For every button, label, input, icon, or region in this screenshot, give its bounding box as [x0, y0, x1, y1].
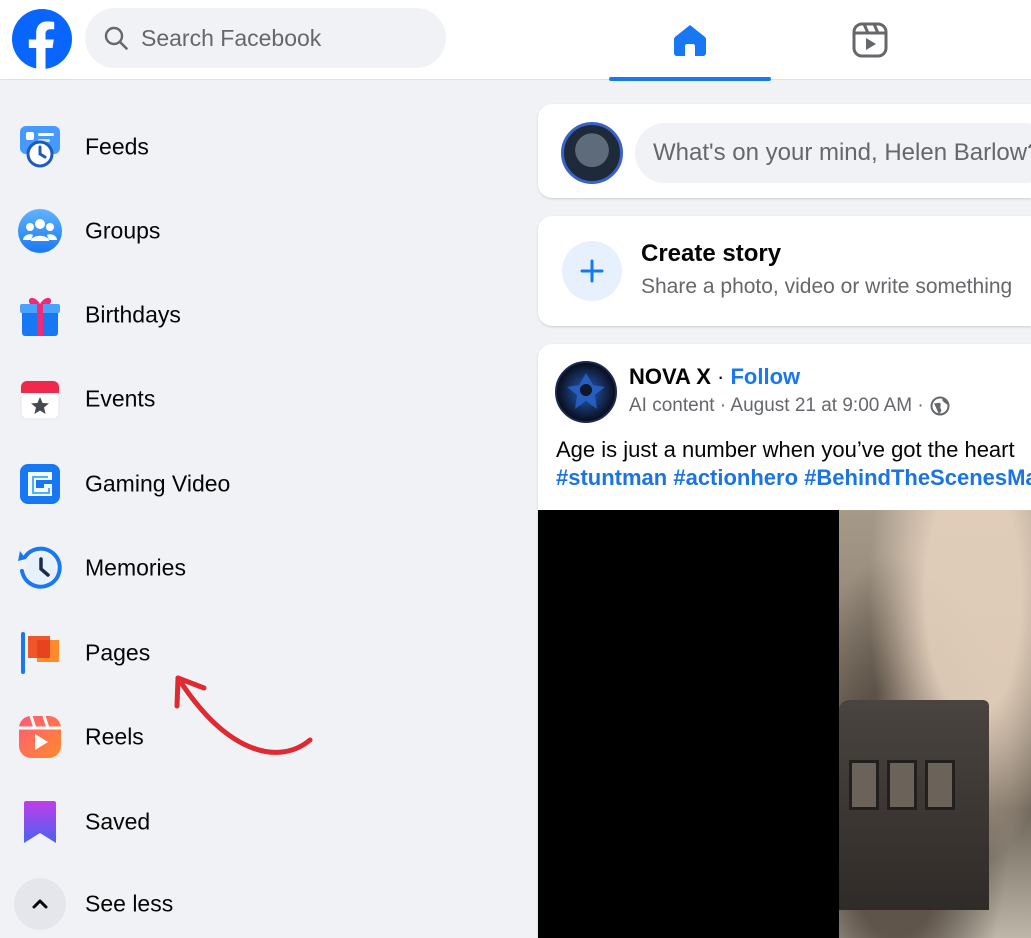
top-navigation-bar [0, 0, 1031, 81]
sidebar-item-label: Events [85, 385, 156, 412]
sidebar-item-birthdays[interactable]: Birthdays [0, 273, 510, 357]
gift-icon [14, 289, 66, 341]
separator-dot: · [717, 364, 725, 389]
post-author[interactable]: NOVA X [629, 364, 711, 389]
feeds-icon [14, 121, 66, 173]
bookmark-icon [14, 796, 66, 848]
video-bus-image [839, 700, 989, 910]
follow-button[interactable]: Follow [730, 364, 800, 389]
composer-input[interactable]: What's on your mind, Helen Barlow? [635, 123, 1031, 183]
nav-home-tab[interactable] [609, 0, 771, 81]
sidebar-item-label: Feeds [85, 133, 149, 160]
sidebar-item-events[interactable]: Events [0, 357, 510, 441]
chevron-up-icon [14, 878, 66, 930]
create-story-subtitle: Share a photo, video or write something [641, 275, 1013, 298]
sidebar-item-label: Reels [85, 723, 144, 750]
sidebar-item-label: Saved [85, 808, 151, 835]
user-avatar[interactable] [561, 122, 623, 184]
post-author-line: NOVA X · Follow [629, 364, 800, 390]
create-story-title: Create story [641, 240, 782, 267]
reels-icon [852, 22, 888, 58]
search-box[interactable] [85, 8, 446, 68]
post-video-letterbox[interactable] [538, 510, 839, 938]
sidebar-item-groups[interactable]: Groups [0, 189, 510, 273]
flag-icon [14, 627, 66, 679]
composer-placeholder: What's on your mind, Helen Barlow? [653, 139, 1031, 166]
post-text: Age is just a number when you’ve got the… [556, 437, 1015, 462]
reels-play-icon [14, 711, 66, 763]
nav-reels-tab[interactable] [790, 0, 950, 80]
sidebar-see-less[interactable]: See less [0, 862, 510, 938]
sidebar-item-label: Birthdays [85, 301, 181, 328]
search-input[interactable] [141, 24, 421, 52]
sidebar-item-label: Groups [85, 217, 161, 244]
post-meta: AI content · August 21 at 9:00 AM · [629, 395, 950, 417]
create-story-card[interactable]: Create story Share a photo, video or wri… [538, 216, 1031, 326]
left-sidebar: Feeds Groups Birthdays Events Gaming Vid… [0, 80, 520, 938]
post-video-frame[interactable] [839, 510, 1031, 938]
search-icon [104, 26, 128, 50]
memories-clock-icon [14, 542, 66, 594]
red-annotation-arrow-icon [174, 675, 313, 755]
post-composer: What's on your mind, Helen Barlow? [538, 104, 1031, 198]
sidebar-item-gaming-video[interactable]: Gaming Video [0, 442, 510, 526]
plus-icon [562, 241, 622, 301]
active-tab-indicator [609, 77, 771, 81]
calendar-star-icon [14, 373, 66, 425]
post-hashtags[interactable]: #stuntman #actionhero #BehindTheScenesMa… [556, 465, 1031, 491]
home-icon [674, 25, 706, 56]
gaming-video-icon [14, 458, 66, 510]
sidebar-item-feeds[interactable]: Feeds [0, 105, 510, 189]
post-meta-text: AI content · August 21 at 9:00 AM · [629, 395, 924, 416]
facebook-logo-icon[interactable] [12, 9, 72, 69]
feed-post: NOVA X · Follow AI content · August 21 a… [538, 344, 1031, 938]
sidebar-item-saved[interactable]: Saved [0, 780, 510, 864]
see-less-label: See less [85, 890, 174, 917]
page-avatar[interactable] [555, 361, 617, 423]
groups-icon [14, 205, 66, 257]
sidebar-item-label: Memories [85, 554, 186, 581]
sidebar-item-label: Pages [85, 639, 151, 666]
globe-icon [930, 396, 950, 416]
sidebar-item-memories[interactable]: Memories [0, 526, 510, 610]
sidebar-item-label: Gaming Video [85, 470, 231, 497]
see-less-icon-wrap [14, 878, 66, 930]
